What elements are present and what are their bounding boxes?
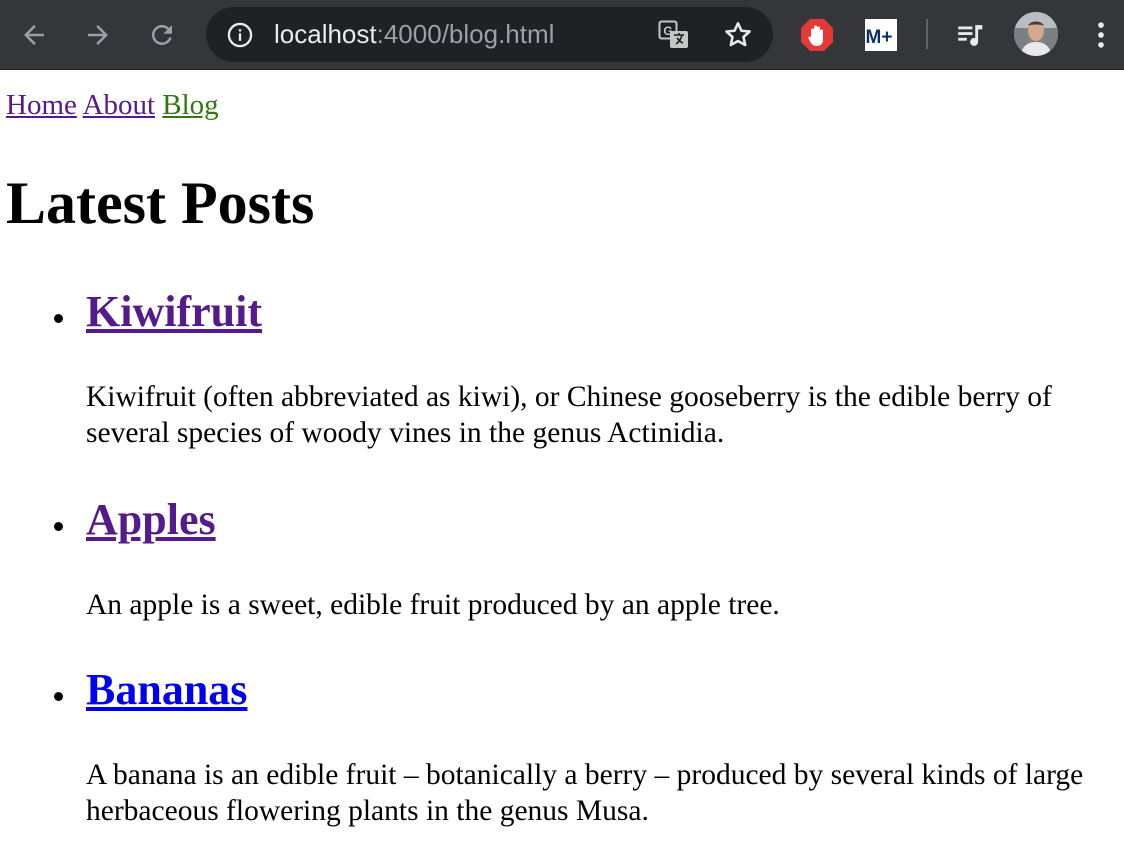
movistar-plus-icon: M+ [865,19,897,51]
post-link-kiwifruit[interactable]: Kiwifruit [86,287,262,336]
list-bullet [54,522,63,531]
post-excerpt: An apple is a sweet, edible fruit produc… [86,589,780,621]
profile-avatar[interactable] [1014,12,1058,56]
translate-icon[interactable]: G [658,20,690,50]
forward-button[interactable] [78,15,118,55]
post-excerpt: Kiwifruit (often abbreviated as kiwi), o… [86,381,1052,449]
media-control-icon [958,25,983,46]
post-title: Bananas [86,664,247,716]
browser-toolbar: localhost:4000/blog.html G M+ [0,0,1124,70]
nav-link-blog[interactable]: Blog [162,89,218,121]
media-control-button[interactable] [952,16,990,54]
back-button[interactable] [14,15,54,55]
browser-menu-button[interactable] [1082,16,1120,54]
adblock-icon [801,19,833,51]
toolbar-separator [926,19,928,49]
movistar-plus-label: M+ [866,27,893,48]
reload-icon [151,24,172,45]
post-title: Kiwifruit [86,286,262,338]
back-icon [24,25,44,45]
post-title: Apples [86,494,216,546]
url-path: :4000/blog.html [376,19,555,49]
info-icon[interactable] [226,21,254,49]
list-bullet [54,314,63,323]
page-content: Home About Blog Latest Posts Kiwifruit K… [0,71,1124,858]
post-excerpt: A banana is an edible fruit – botanicall… [86,759,1084,827]
url-text[interactable]: localhost:4000/blog.html [274,19,554,49]
list-bullet [54,692,63,701]
reload-button[interactable] [142,15,182,55]
page-title: Latest Posts [6,170,315,236]
url-host: localhost [274,19,377,49]
address-bar[interactable]: localhost:4000/blog.html G [206,7,773,62]
post-link-bananas[interactable]: Bananas [86,665,247,714]
forward-icon [88,25,108,45]
post-link-apples[interactable]: Apples [86,495,216,544]
nav-link-about[interactable]: About [83,89,156,121]
adblock-extension-button[interactable] [798,16,836,54]
nav-link-home[interactable]: Home [6,89,77,121]
site-nav: Home About Blog [6,87,219,123]
bookmark-star-icon[interactable] [722,19,754,51]
movistar-plus-extension-button[interactable]: M+ [862,16,900,54]
menu-kebab-icon [1098,22,1104,48]
